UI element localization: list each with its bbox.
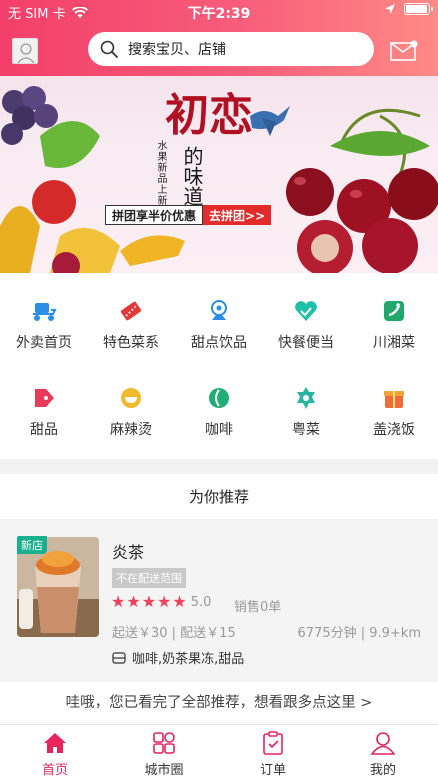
- category-item-5[interactable]: 川湘菜: [350, 298, 438, 352]
- banner-title-big: 初恋: [165, 90, 253, 141]
- category-item-8[interactable]: 咖啡: [175, 385, 263, 439]
- ticket-icon: [120, 301, 142, 321]
- banner-title-sub: 的味道: [180, 146, 204, 206]
- delivery-fee: 起送￥30 | 配送￥15: [112, 626, 236, 641]
- category-label: 盖浇饭: [373, 422, 415, 438]
- mail-icon[interactable]: [390, 40, 418, 62]
- heart-check-icon: [295, 301, 317, 321]
- scooter-icon: [33, 303, 57, 321]
- delivery-distance: 6775分钟 | 9.9+km: [297, 626, 422, 641]
- category-item-1[interactable]: 外卖首页: [0, 298, 88, 352]
- category-label: 麻辣烫: [110, 422, 152, 438]
- banner-cta-button[interactable]: 去拼团>>: [203, 205, 272, 225]
- category-item-4[interactable]: 快餐便当: [262, 298, 350, 352]
- star-icon: ★: [111, 592, 126, 611]
- category-label: 川湘菜: [373, 335, 415, 351]
- banner-pitch-text: 拼团享半价优惠: [105, 205, 204, 225]
- order-icon: [263, 731, 283, 755]
- rating-score: 5.0: [190, 594, 212, 610]
- search-bar[interactable]: 搜索宝贝、店铺: [88, 32, 374, 66]
- banner-pitch: 拼团享半价优惠 去拼团>>: [105, 205, 272, 225]
- tab-label: 城市圈: [144, 763, 184, 778]
- new-shop-badge: 新店: [17, 536, 47, 554]
- category-item-6[interactable]: 甜品: [0, 385, 88, 439]
- grid-icon: [153, 732, 175, 754]
- sales-count: 销售0单: [234, 600, 282, 615]
- shop-name: 炎茶: [112, 543, 145, 562]
- category-item-3[interactable]: 甜点饮品: [175, 298, 263, 352]
- home-icon: [44, 733, 66, 753]
- dish-icon: [297, 387, 315, 409]
- see-more-link[interactable]: 哇哦，您已看完了全部推荐，想看跟多点这里 >: [0, 682, 438, 724]
- star-icon: ★: [157, 592, 172, 611]
- gift-icon: [384, 391, 404, 408]
- tag-icon: [35, 389, 54, 407]
- tab-orders[interactable]: 订单: [233, 731, 313, 778]
- status-time: 下午2:39: [187, 6, 251, 22]
- battery-fill: [406, 5, 427, 13]
- category-item-9[interactable]: 粤菜: [262, 385, 350, 439]
- star-icon: ★: [126, 592, 141, 611]
- category-item-10[interactable]: 盖浇饭: [350, 385, 438, 439]
- delivery-scope-badge: 不在配送范围: [112, 568, 186, 588]
- coffee-icon: [209, 388, 229, 408]
- location-arrow-icon: [385, 4, 395, 14]
- category-label: 快餐便当: [278, 335, 334, 351]
- category-label: 外卖首页: [16, 335, 72, 351]
- tab-label: 首页: [41, 763, 68, 778]
- tab-mine[interactable]: 我的: [343, 731, 423, 778]
- category-item-7[interactable]: 麻辣烫: [87, 385, 175, 439]
- chili-icon: [384, 301, 404, 321]
- ice-cream-icon: [211, 300, 227, 320]
- category-label: 粤菜: [292, 422, 320, 438]
- tab-city-circle[interactable]: 城市圈: [124, 731, 204, 778]
- category-label: 甜品: [30, 422, 58, 438]
- tab-label: 我的: [369, 763, 396, 778]
- promo-banner[interactable]: 水果新品上新季 初恋 的味道 拼团享半价优惠 去拼团>>: [0, 76, 438, 273]
- top-header: 无 SIM 卡 下午2:39 搜索宝贝、店铺: [0, 0, 438, 76]
- search-icon: [100, 40, 118, 58]
- tab-home[interactable]: 首页: [15, 731, 95, 778]
- search-placeholder: 搜索宝贝、店铺: [128, 42, 226, 58]
- rating-stars: ★ ★ ★ ★ ★ 5.0: [111, 594, 211, 610]
- category-label: 咖啡: [205, 422, 233, 438]
- user-icon: [370, 732, 396, 755]
- category-label: 甜点饮品: [191, 335, 247, 351]
- battery-icon: [404, 3, 433, 15]
- category-grid: 外卖首页 特色菜系 甜点饮品 快餐便当 川湘菜 甜品 麻辣烫 咖啡 粤菜 盖浇饭: [0, 273, 438, 459]
- avatar[interactable]: [12, 38, 38, 64]
- tab-label: 订单: [259, 763, 286, 778]
- star-icon: ★: [172, 592, 187, 611]
- shop-tags: 咖啡,奶茶果冻,甜品: [112, 648, 244, 667]
- menu-icon: [112, 651, 126, 664]
- avatar-icon: [13, 39, 37, 63]
- category-label: 特色菜系: [103, 335, 159, 351]
- status-bar: 无 SIM 卡 下午2:39: [0, 0, 438, 24]
- shop-tags-text: 咖啡,奶茶果冻,甜品: [132, 652, 245, 667]
- star-icon: ★: [141, 592, 157, 611]
- section-title: 为你推荐: [0, 474, 438, 520]
- bowl-icon: [121, 388, 141, 408]
- bottom-tab-bar: 首页 城市圈 订单 我的: [0, 724, 438, 780]
- category-item-2[interactable]: 特色菜系: [87, 298, 175, 352]
- shop-card[interactable]: 新店 炎茶 不在配送范围 ★ ★ ★ ★ ★ 5.0 销售0单 起送￥30 | …: [0, 520, 438, 682]
